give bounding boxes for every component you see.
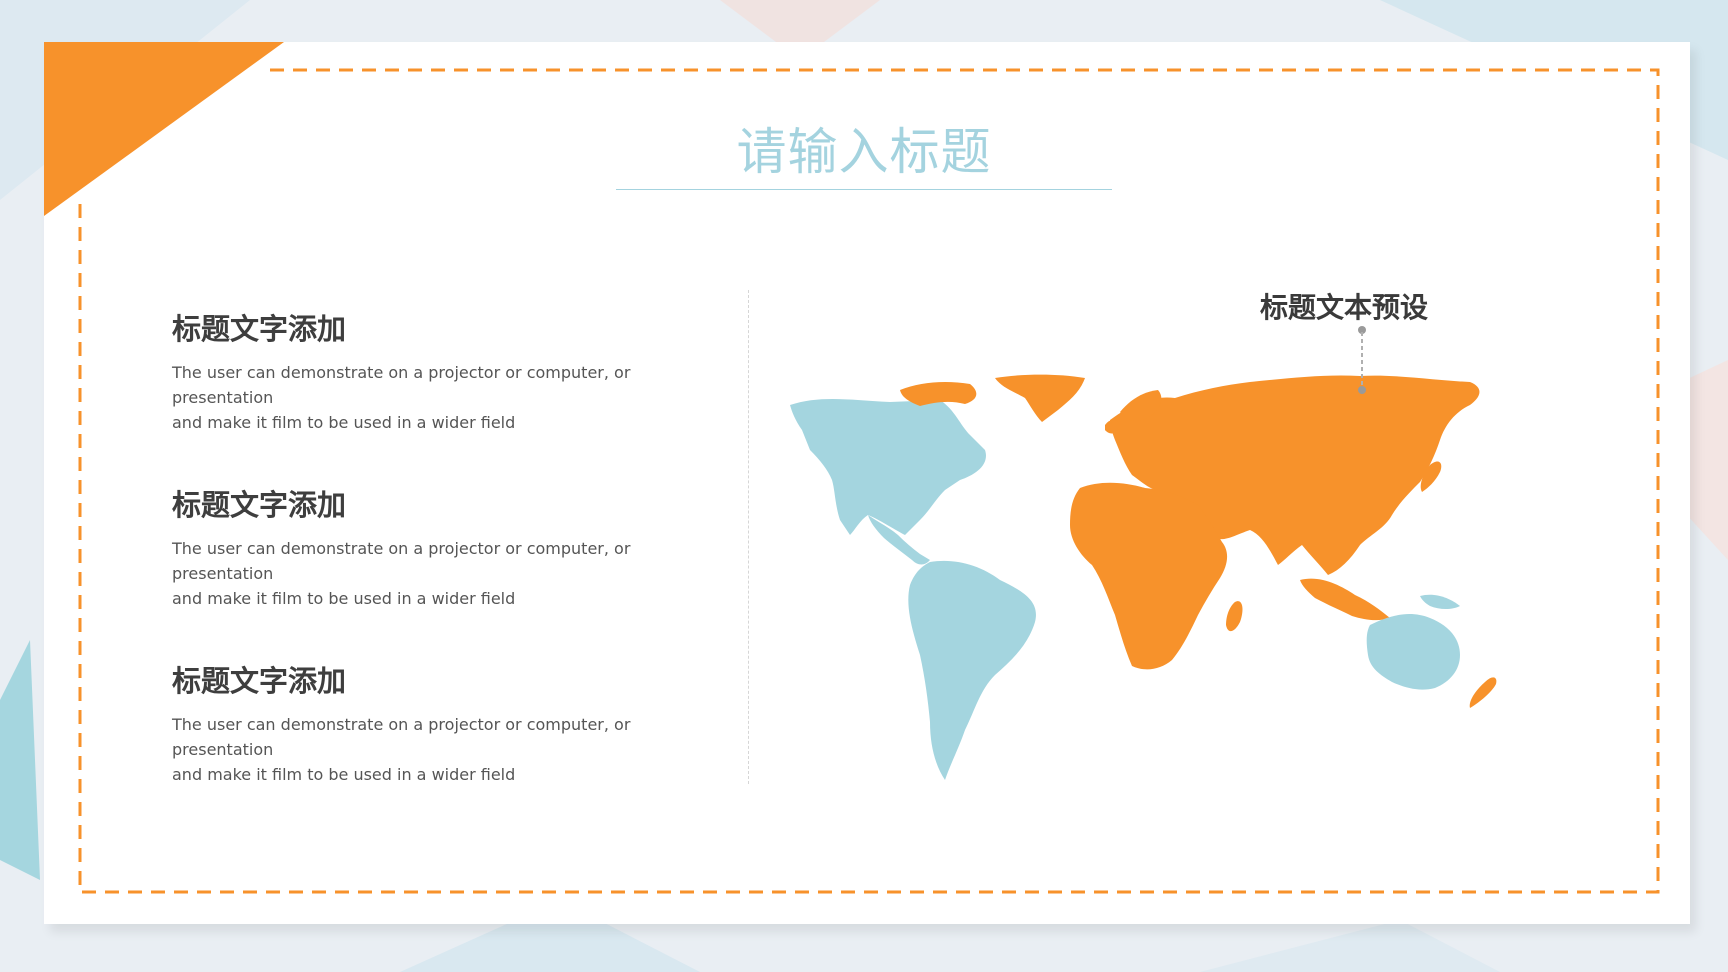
item-text-line-1: The user can demonstrate on a projector …	[172, 539, 631, 583]
map-callout-label: 标题文本预设	[1260, 291, 1429, 324]
item-text-line-1: The user can demonstrate on a projector …	[172, 363, 631, 407]
new-zealand-shape	[1469, 677, 1497, 708]
text-item-2: 标题文字添加 The user can demonstrate on a pro…	[172, 482, 732, 611]
item-heading: 标题文字添加	[172, 664, 347, 698]
slide-title: 请输入标题	[736, 123, 992, 181]
southeast-asia-shape	[1300, 578, 1390, 621]
south-america-shape	[908, 560, 1036, 780]
australia-shape	[1366, 614, 1460, 690]
madagascar-shape	[1226, 601, 1243, 632]
item-text-line-2: and make it film to be used in a wider f…	[172, 413, 516, 432]
title-underline	[616, 189, 1112, 190]
text-item-1: 标题文字添加 The user can demonstrate on a pro…	[172, 306, 732, 435]
item-text-line-2: and make it film to be used in a wider f…	[172, 589, 516, 608]
item-heading: 标题文字添加	[172, 488, 347, 522]
item-text-line-1: The user can demonstrate on a projector …	[172, 715, 631, 759]
vertical-divider	[748, 290, 749, 784]
map-callout-pointer	[1358, 326, 1366, 394]
item-text-line-2: and make it film to be used in a wider f…	[172, 765, 516, 784]
north-america-shape	[790, 398, 986, 535]
text-item-3: 标题文字添加 The user can demonstrate on a pro…	[172, 658, 732, 787]
world-map	[790, 374, 1497, 780]
greenland-shape	[995, 374, 1085, 422]
item-heading: 标题文字添加	[172, 312, 347, 346]
new-guinea-shape	[1420, 594, 1460, 609]
